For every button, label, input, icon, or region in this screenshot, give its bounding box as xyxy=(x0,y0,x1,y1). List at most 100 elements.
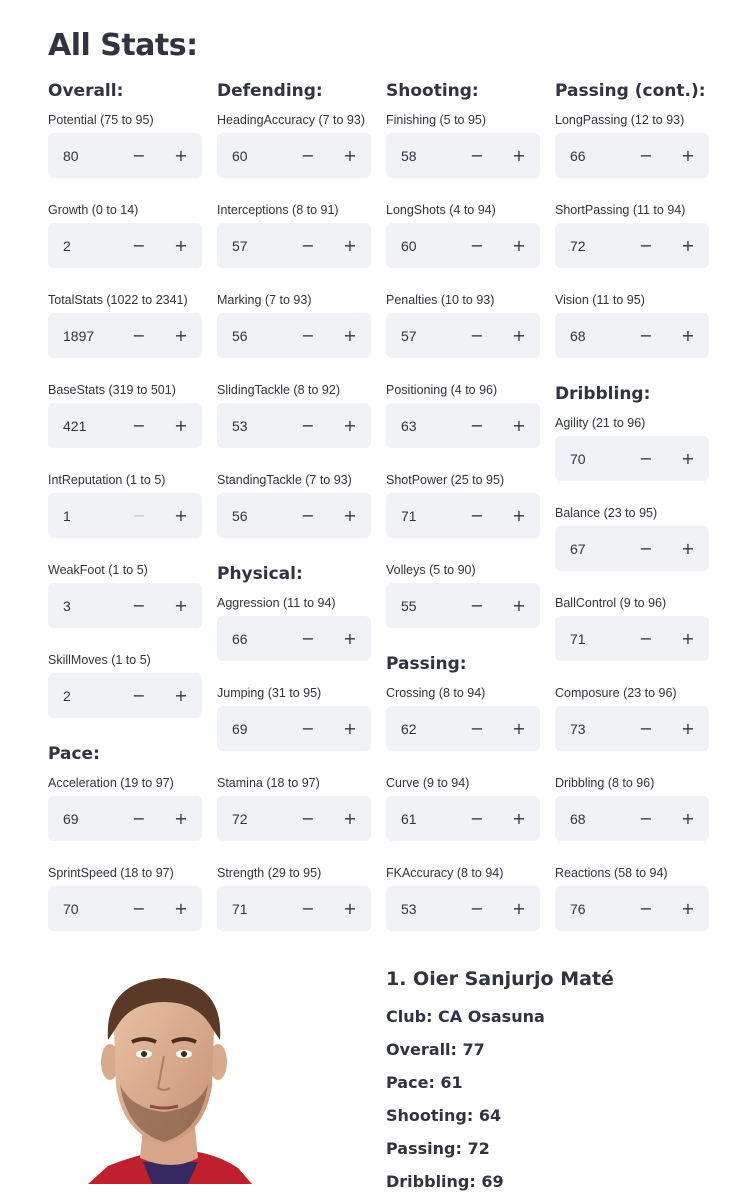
crossing-input[interactable] xyxy=(386,706,456,751)
increment-button[interactable]: + xyxy=(667,133,709,178)
sprintspeed-input[interactable] xyxy=(48,886,118,931)
decrement-button[interactable]: − xyxy=(456,223,498,268)
increment-button[interactable]: + xyxy=(498,886,540,931)
decrement-button[interactable]: − xyxy=(118,673,160,718)
increment-button[interactable]: + xyxy=(498,796,540,841)
totalstats-input[interactable] xyxy=(48,313,118,358)
increment-button[interactable]: + xyxy=(498,706,540,751)
decrement-button[interactable]: − xyxy=(456,796,498,841)
shotpower-input[interactable] xyxy=(386,493,456,538)
increment-button[interactable]: + xyxy=(667,526,709,571)
decrement-button[interactable]: − xyxy=(287,493,329,538)
decrement-button[interactable]: − xyxy=(456,403,498,448)
longshots-input[interactable] xyxy=(386,223,456,268)
decrement-button[interactable]: − xyxy=(456,493,498,538)
decrement-button[interactable]: − xyxy=(287,706,329,751)
penalties-input[interactable] xyxy=(386,313,456,358)
increment-button[interactable]: + xyxy=(160,583,202,628)
decrement-button[interactable]: − xyxy=(287,616,329,661)
decrement-button[interactable]: − xyxy=(287,796,329,841)
standingtackle-input[interactable] xyxy=(217,493,287,538)
decrement-button[interactable]: − xyxy=(118,886,160,931)
increment-button[interactable]: + xyxy=(667,886,709,931)
decrement-button[interactable]: − xyxy=(625,133,667,178)
dribbling-input[interactable] xyxy=(555,796,625,841)
increment-button[interactable]: + xyxy=(160,223,202,268)
increment-button[interactable]: + xyxy=(667,313,709,358)
increment-button[interactable]: + xyxy=(329,886,371,931)
increment-button[interactable]: + xyxy=(667,706,709,751)
decrement-button[interactable]: − xyxy=(625,526,667,571)
increment-button[interactable]: + xyxy=(160,673,202,718)
curve-input[interactable] xyxy=(386,796,456,841)
increment-button[interactable]: + xyxy=(498,583,540,628)
slidingtackle-input[interactable] xyxy=(217,403,287,448)
weakfoot-input[interactable] xyxy=(48,583,118,628)
increment-button[interactable]: + xyxy=(329,616,371,661)
decrement-button[interactable]: − xyxy=(118,223,160,268)
increment-button[interactable]: + xyxy=(667,223,709,268)
decrement-button[interactable]: − xyxy=(625,436,667,481)
decrement-button[interactable]: − xyxy=(625,886,667,931)
increment-button[interactable]: + xyxy=(667,616,709,661)
decrement-button[interactable]: − xyxy=(287,403,329,448)
stamina-input[interactable] xyxy=(217,796,287,841)
aggression-input[interactable] xyxy=(217,616,287,661)
increment-button[interactable]: + xyxy=(329,493,371,538)
increment-button[interactable]: + xyxy=(329,796,371,841)
decrement-button[interactable]: − xyxy=(118,583,160,628)
potential-input[interactable] xyxy=(48,133,118,178)
decrement-button[interactable]: − xyxy=(456,313,498,358)
increment-button[interactable]: + xyxy=(160,493,202,538)
decrement-button[interactable]: − xyxy=(625,706,667,751)
volleys-input[interactable] xyxy=(386,583,456,628)
decrement-button[interactable]: − xyxy=(456,133,498,178)
increment-button[interactable]: + xyxy=(667,436,709,481)
decrement-button[interactable]: − xyxy=(287,223,329,268)
decrement-button[interactable]: − xyxy=(287,886,329,931)
growth-input[interactable] xyxy=(48,223,118,268)
fkaccuracy-input[interactable] xyxy=(386,886,456,931)
increment-button[interactable]: + xyxy=(160,403,202,448)
interceptions-input[interactable] xyxy=(217,223,287,268)
increment-button[interactable]: + xyxy=(160,133,202,178)
increment-button[interactable]: + xyxy=(329,403,371,448)
vision-input[interactable] xyxy=(555,313,625,358)
decrement-button[interactable]: − xyxy=(118,796,160,841)
ballcontrol-input[interactable] xyxy=(555,616,625,661)
decrement-button[interactable]: − xyxy=(118,313,160,358)
increment-button[interactable]: + xyxy=(160,313,202,358)
reactions-input[interactable] xyxy=(555,886,625,931)
marking-input[interactable] xyxy=(217,313,287,358)
decrement-button[interactable]: − xyxy=(625,796,667,841)
increment-button[interactable]: + xyxy=(329,223,371,268)
decrement-button[interactable]: − xyxy=(625,313,667,358)
headingaccuracy-input[interactable] xyxy=(217,133,287,178)
strength-input[interactable] xyxy=(217,886,287,931)
decrement-button[interactable]: − xyxy=(287,313,329,358)
increment-button[interactable]: + xyxy=(329,133,371,178)
positioning-input[interactable] xyxy=(386,403,456,448)
skillmoves-input[interactable] xyxy=(48,673,118,718)
decrement-button[interactable]: − xyxy=(118,493,160,538)
increment-button[interactable]: + xyxy=(498,133,540,178)
longpassing-input[interactable] xyxy=(555,133,625,178)
decrement-button[interactable]: − xyxy=(625,616,667,661)
decrement-button[interactable]: − xyxy=(287,133,329,178)
basestats-input[interactable] xyxy=(48,403,118,448)
intreputation-input[interactable] xyxy=(48,493,118,538)
decrement-button[interactable]: − xyxy=(456,583,498,628)
increment-button[interactable]: + xyxy=(160,796,202,841)
acceleration-input[interactable] xyxy=(48,796,118,841)
balance-input[interactable] xyxy=(555,526,625,571)
increment-button[interactable]: + xyxy=(667,796,709,841)
decrement-button[interactable]: − xyxy=(456,886,498,931)
composure-input[interactable] xyxy=(555,706,625,751)
decrement-button[interactable]: − xyxy=(118,403,160,448)
increment-button[interactable]: + xyxy=(498,403,540,448)
decrement-button[interactable]: − xyxy=(118,133,160,178)
increment-button[interactable]: + xyxy=(498,313,540,358)
increment-button[interactable]: + xyxy=(498,493,540,538)
finishing-input[interactable] xyxy=(386,133,456,178)
increment-button[interactable]: + xyxy=(329,313,371,358)
